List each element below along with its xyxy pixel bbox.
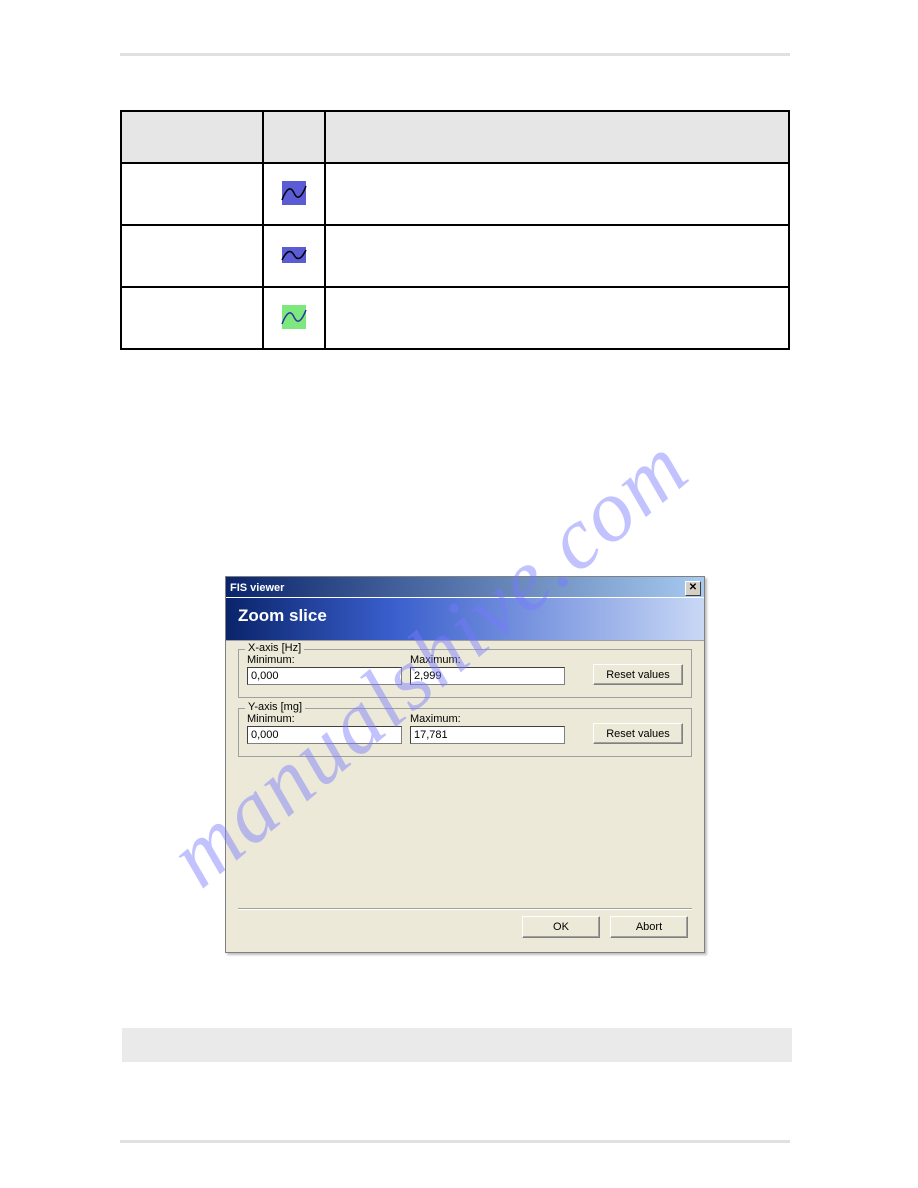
y-max-input[interactable]: [410, 726, 565, 744]
dialog-body: X-axis [Hz] Minimum: Maximum: Reset valu…: [226, 641, 704, 952]
table-row: [121, 163, 789, 225]
close-icon[interactable]: ✕: [685, 581, 701, 596]
table-cell: [121, 287, 263, 349]
dialog-titlebar[interactable]: FIS viewer ✕: [226, 577, 704, 597]
table-cell-icon: [263, 287, 325, 349]
y-min-label: Minimum:: [247, 713, 402, 725]
table-header-cell: [263, 111, 325, 163]
table-cell: [325, 287, 789, 349]
table-cell: [325, 163, 789, 225]
icon-table: [120, 110, 790, 350]
x-min-input[interactable]: [247, 667, 402, 685]
table-header-cell: [121, 111, 263, 163]
x-max-input[interactable]: [410, 667, 565, 685]
y-min-input[interactable]: [247, 726, 402, 744]
table-header-row: [121, 111, 789, 163]
abort-button[interactable]: Abort: [610, 916, 688, 938]
dialog-footer: OK Abort: [238, 916, 692, 938]
table-cell: [121, 225, 263, 287]
footer-separator: [238, 908, 692, 910]
table-row: [121, 287, 789, 349]
wave-small-icon: [279, 244, 309, 266]
x-axis-legend: X-axis [Hz]: [245, 642, 304, 654]
y-max-label: Maximum:: [410, 713, 565, 725]
dialog-subtitle: Zoom slice: [226, 597, 704, 641]
table-cell-icon: [263, 225, 325, 287]
table-cell: [121, 163, 263, 225]
wave-green-icon: [279, 302, 309, 332]
x-axis-fieldset: X-axis [Hz] Minimum: Maximum: Reset valu…: [238, 649, 692, 698]
ok-button[interactable]: OK: [522, 916, 600, 938]
dialog-title: FIS viewer: [230, 582, 284, 594]
table-cell: [325, 225, 789, 287]
x-max-label: Maximum:: [410, 654, 565, 666]
bottom-rule: [120, 1140, 790, 1143]
top-rule: [120, 53, 790, 56]
y-reset-button[interactable]: Reset values: [593, 723, 683, 744]
x-reset-button[interactable]: Reset values: [593, 664, 683, 685]
y-axis-fieldset: Y-axis [mg] Minimum: Maximum: Reset valu…: [238, 708, 692, 757]
bottom-grey-bar: [122, 1028, 792, 1062]
table-header-cell: [325, 111, 789, 163]
table-cell-icon: [263, 163, 325, 225]
x-min-label: Minimum:: [247, 654, 402, 666]
y-axis-legend: Y-axis [mg]: [245, 701, 305, 713]
table-row: [121, 225, 789, 287]
fis-viewer-dialog: FIS viewer ✕ Zoom slice X-axis [Hz] Mini…: [225, 576, 705, 953]
dialog-spacer: [238, 767, 692, 902]
wave-blue-icon: [279, 178, 309, 208]
